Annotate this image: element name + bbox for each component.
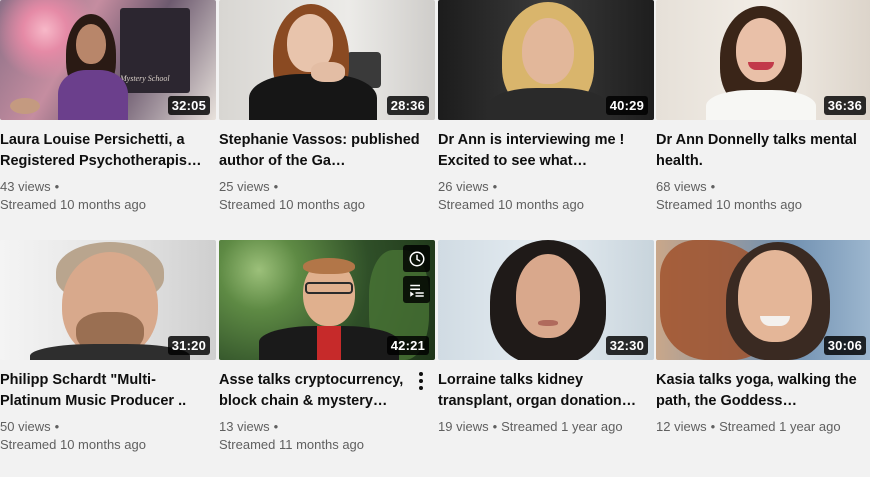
video-card[interactable]: 42:21 Asse talks cryptocurrency, block c… xyxy=(219,240,435,454)
video-meta: 43 views • Streamed 10 months ago xyxy=(0,178,216,214)
video-card[interactable]: Mystery School 32:05 Laura Louise Persic… xyxy=(0,0,216,214)
streamed-time: Streamed 10 months ago xyxy=(0,437,146,452)
view-count: 13 views xyxy=(219,419,270,434)
video-card[interactable]: 40:29 Dr Ann is interviewing me ! Excite… xyxy=(438,0,654,214)
duration-badge: 32:05 xyxy=(167,96,210,115)
add-to-queue-button[interactable] xyxy=(403,276,430,303)
view-count: 68 views xyxy=(656,179,707,194)
watch-later-button[interactable] xyxy=(403,245,430,272)
streamed-time: Streamed 10 months ago xyxy=(219,197,365,212)
duration-badge: 36:36 xyxy=(823,96,866,115)
video-meta: 26 views • Streamed 10 months ago xyxy=(438,178,654,214)
view-count: 19 views xyxy=(438,419,489,434)
video-card[interactable]: 28:36 Stephanie Vassos: published author… xyxy=(219,0,435,214)
video-meta: 13 views • Streamed 11 months ago xyxy=(219,418,435,454)
video-title[interactable]: Dr Ann Donnelly talks mental health. xyxy=(656,130,870,172)
video-thumbnail[interactable]: 31:20 xyxy=(0,240,216,360)
video-meta: 68 views • Streamed 10 months ago xyxy=(656,178,870,214)
video-title[interactable]: Kasia talks yoga, walking the path, the … xyxy=(656,370,870,412)
duration-badge: 42:21 xyxy=(386,336,429,355)
duration-badge: 28:36 xyxy=(386,96,429,115)
video-grid: Mystery School 32:05 Laura Louise Persic… xyxy=(0,0,870,477)
streamed-time: Streamed 1 year ago xyxy=(501,419,623,434)
duration-badge: 31:20 xyxy=(167,336,210,355)
video-title[interactable]: Philipp Schardt "Multi-Platinum Music Pr… xyxy=(0,370,216,412)
streamed-time: Streamed 10 months ago xyxy=(656,197,802,212)
duration-badge: 40:29 xyxy=(605,96,648,115)
streamed-time: Streamed 10 months ago xyxy=(438,197,584,212)
video-meta: 25 views • Streamed 10 months ago xyxy=(219,178,435,214)
thumbnail-text: Mystery School xyxy=(120,74,170,83)
view-count: 50 views xyxy=(0,419,51,434)
video-thumbnail[interactable]: 36:36 xyxy=(656,0,870,120)
video-title[interactable]: Asse talks cryptocurrency, block chain &… xyxy=(219,370,435,412)
video-card[interactable]: 36:36 Dr Ann Donnelly talks mental healt… xyxy=(656,0,870,214)
video-thumbnail[interactable]: 40:29 xyxy=(438,0,654,120)
video-meta: 19 views • Streamed 1 year ago xyxy=(438,419,623,434)
video-thumbnail[interactable]: 32:30 xyxy=(438,240,654,360)
view-count: 26 views xyxy=(438,179,489,194)
video-thumbnail[interactable]: 30:06 xyxy=(656,240,870,360)
video-thumbnail[interactable]: 28:36 xyxy=(219,0,435,120)
video-meta: 50 views • Streamed 10 months ago xyxy=(0,418,216,454)
streamed-time: Streamed 1 year ago xyxy=(719,419,841,434)
video-title[interactable]: Stephanie Vassos: published author of th… xyxy=(219,130,435,172)
more-actions-button[interactable] xyxy=(411,369,431,393)
streamed-time: Streamed 10 months ago xyxy=(0,197,146,212)
video-card[interactable]: 31:20 Philipp Schardt "Multi-Platinum Mu… xyxy=(0,240,216,454)
view-count: 12 views xyxy=(656,419,707,434)
video-card[interactable]: 32:30 Lorraine talks kidney transplant, … xyxy=(438,240,654,436)
video-meta: 12 views • Streamed 1 year ago xyxy=(656,419,841,434)
streamed-time: Streamed 11 months ago xyxy=(219,437,365,452)
view-count: 43 views xyxy=(0,179,51,194)
more-vert-icon xyxy=(419,372,423,390)
video-title[interactable]: Lorraine talks kidney transplant, organ … xyxy=(438,370,654,412)
video-title[interactable]: Dr Ann is interviewing me ! Excited to s… xyxy=(438,130,654,172)
clock-icon xyxy=(409,251,424,266)
video-thumbnail[interactable]: 42:21 xyxy=(219,240,435,360)
video-title[interactable]: Laura Louise Persichetti, a Registered P… xyxy=(0,130,216,172)
video-card[interactable]: 30:06 Kasia talks yoga, walking the path… xyxy=(656,240,870,436)
video-thumbnail[interactable]: Mystery School 32:05 xyxy=(0,0,216,120)
duration-badge: 30:06 xyxy=(823,336,866,355)
view-count: 25 views xyxy=(219,179,270,194)
duration-badge: 32:30 xyxy=(605,336,648,355)
hover-actions xyxy=(403,245,430,303)
add-to-queue-icon xyxy=(409,284,424,297)
